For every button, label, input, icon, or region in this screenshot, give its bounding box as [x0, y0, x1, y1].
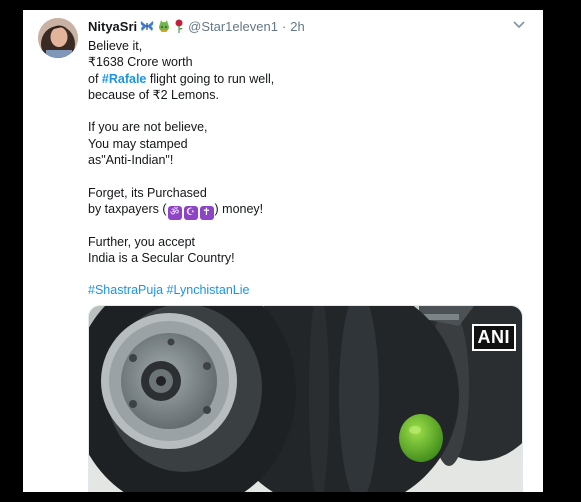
tweet-text-fragment: ) money! [214, 201, 264, 216]
om-icon: ॐ [167, 205, 182, 220]
tweet-text-fragment: by taxpayers ( [88, 201, 167, 216]
tweet-line: You may stamped [88, 136, 188, 151]
tweet-line: Forget, its Purchased [88, 185, 207, 200]
author-handle[interactable]: @Star1eleven1 [188, 19, 278, 34]
hashtag-lynchistanlie[interactable]: #LynchistanLie [167, 283, 250, 297]
tweet-line: of #Rafale flight going to run well, [88, 71, 518, 87]
tweet-time[interactable]: 2h [290, 19, 304, 34]
tweet-text: Believe it, ₹1638 Crore worth of #Rafale… [88, 38, 518, 299]
crescent-icon: ☪ [183, 205, 198, 220]
tweet-line: as"Anti-Indian"! [88, 153, 174, 168]
avatar[interactable] [38, 18, 78, 58]
screenshot-frame: NityaSri @Star1eleven1 · 2h Believe it, … [0, 0, 581, 502]
cross-icon: ✝ [199, 205, 214, 220]
tweet-line: Further, you accept [88, 234, 196, 249]
tweet-media-image[interactable]: ANI [88, 305, 523, 492]
tweet-line: because of ₹2 Lemons. [88, 87, 219, 102]
tweet-card[interactable]: NityaSri @Star1eleven1 · 2h Believe it, … [23, 10, 543, 492]
hashtag-line: #ShastraPuja #LynchistanLie [88, 282, 518, 298]
author-name[interactable]: NityaSri [88, 19, 137, 34]
time-separator: · [281, 18, 287, 34]
tweet-line: If you are not believe, [88, 120, 208, 135]
ani-watermark: ANI [471, 324, 516, 351]
avatar-image [38, 18, 78, 58]
tweet-text-fragment: of [88, 71, 102, 86]
cat-icon [157, 19, 171, 33]
tire-and-lemon-photo [89, 306, 522, 492]
tweet-header: NityaSri @Star1eleven1 · 2h [88, 17, 305, 35]
hashtag-rafale[interactable]: #Rafale [102, 72, 146, 86]
tweet-text-fragment: flight going to run well, [146, 71, 275, 86]
tweet-line: India is a Secular Country! [88, 250, 235, 265]
hashtag-shastrapuja[interactable]: #ShastraPuja [88, 283, 163, 297]
tweet-line: ₹1638 Crore worth [88, 55, 193, 70]
tweet-line: Believe it, [88, 39, 143, 53]
tweet-line: by taxpayers (ॐ ☪ ✝) money! [88, 201, 518, 220]
chevron-down-icon[interactable] [513, 20, 525, 30]
butterfly-icon [140, 20, 154, 32]
rose-icon [174, 19, 184, 33]
